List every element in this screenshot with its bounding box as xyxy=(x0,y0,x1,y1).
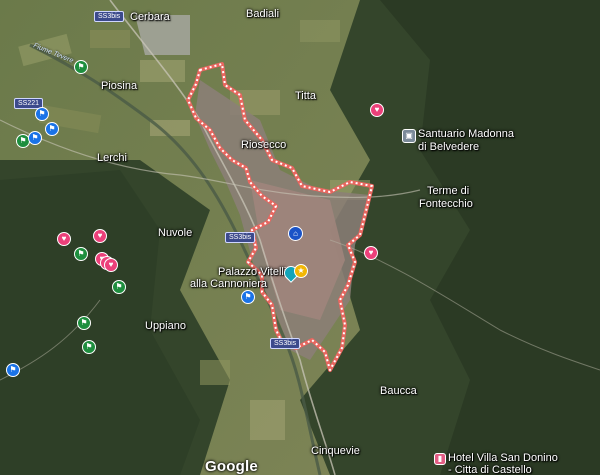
home-icon[interactable]: ⌂ xyxy=(288,226,303,241)
flag-icon[interactable]: ⚑ xyxy=(74,60,88,74)
flag-icon[interactable]: ⚑ xyxy=(6,363,20,377)
hotel-icon[interactable]: ▮ xyxy=(434,453,446,465)
place-label-badiali[interactable]: Badiali xyxy=(246,8,279,21)
flag-icon[interactable]: ⚑ xyxy=(35,107,49,121)
heart-icon[interactable]: ♥ xyxy=(93,229,107,243)
road-shield-ss3bis: SS3bis xyxy=(94,11,125,22)
place-label-cinquevie[interactable]: Cinquevie xyxy=(311,445,360,458)
google-logo: Google xyxy=(205,458,258,475)
place-label-terme-di-fontecchio-line2[interactable]: Fontecchio xyxy=(419,198,473,211)
place-label-titta[interactable]: Titta xyxy=(295,90,316,103)
place-label-terme-di-fontecchio[interactable]: Terme di xyxy=(427,185,469,198)
place-label-nuvole[interactable]: Nuvole xyxy=(158,227,192,240)
building-icon[interactable]: ▣ xyxy=(402,129,416,143)
flag-icon[interactable]: ⚑ xyxy=(45,122,59,136)
flag-icon[interactable]: ⚑ xyxy=(241,290,255,304)
place-label-cerbara[interactable]: Cerbara xyxy=(130,11,170,24)
road-shield-ss3bis: SS3bis xyxy=(225,232,256,243)
flag-icon[interactable]: ⚑ xyxy=(28,131,42,145)
place-label-santuario[interactable]: Santuario Madonna xyxy=(418,128,514,141)
flag-icon[interactable]: ⚑ xyxy=(74,247,88,261)
satellite-map[interactable]: SS3bis SS221 SS3bis SS3bis Fiume Tevere … xyxy=(0,0,600,475)
place-label-santuario-line2[interactable]: di Belvedere xyxy=(418,141,479,154)
place-label-palazzo-vitelli-line2[interactable]: alla Cannoniera xyxy=(190,278,267,291)
road-shield-ss3bis: SS3bis xyxy=(270,338,301,349)
place-label-piosina[interactable]: Piosina xyxy=(101,80,137,93)
flag-icon[interactable]: ⚑ xyxy=(82,340,96,354)
star-icon[interactable]: ★ xyxy=(294,264,308,278)
heart-icon[interactable]: ♥ xyxy=(57,232,71,246)
flag-icon[interactable]: ⚑ xyxy=(112,280,126,294)
place-label-uppiano[interactable]: Uppiano xyxy=(145,320,186,333)
heart-icon[interactable]: ♥ xyxy=(370,103,384,117)
place-label-baucca[interactable]: Baucca xyxy=(380,385,417,398)
heart-icon[interactable]: ♥ xyxy=(104,258,118,272)
flag-icon[interactable]: ⚑ xyxy=(77,316,91,330)
heart-icon[interactable]: ♥ xyxy=(364,246,378,260)
place-label-hotel-villa-san-donino-line2[interactable]: - Citta di Castello xyxy=(448,464,532,475)
place-label-riosecco[interactable]: Riosecco xyxy=(241,139,286,152)
place-label-lerchi[interactable]: Lerchi xyxy=(97,152,127,165)
